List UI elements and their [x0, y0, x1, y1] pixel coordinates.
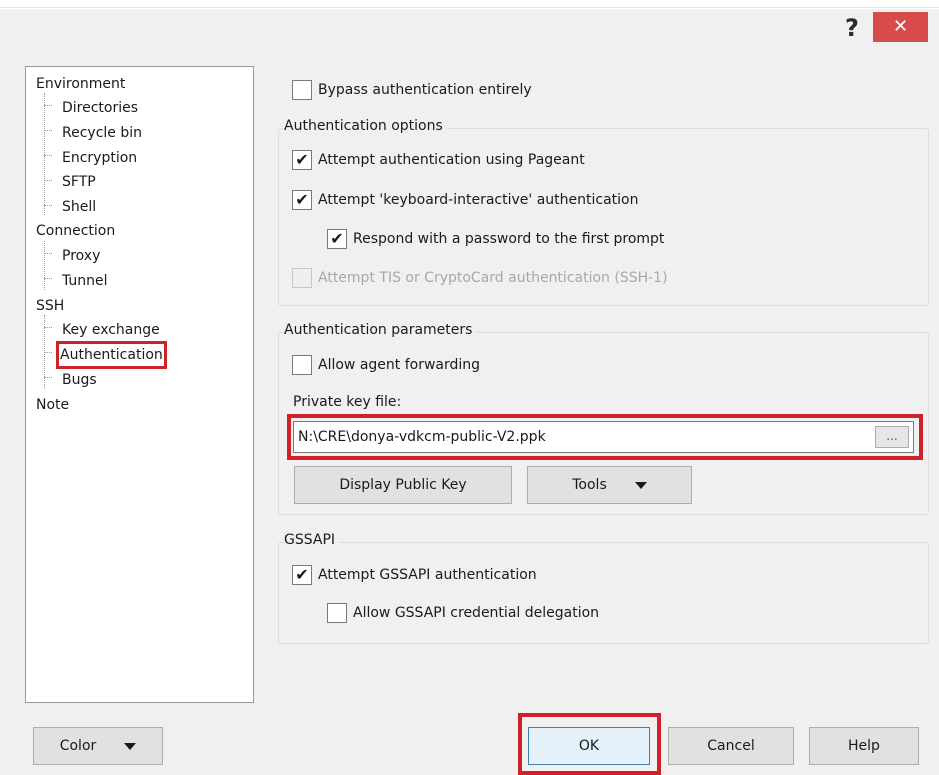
respond-password-checkbox[interactable]: ✔ — [327, 229, 347, 249]
tree-connector — [44, 130, 52, 131]
tree-item-proxy[interactable]: Proxy — [62, 245, 100, 267]
pageant-option[interactable]: ✔ Attempt authentication using Pageant — [292, 147, 585, 173]
gssapi-attempt-option[interactable]: ✔ Attempt GSSAPI authentication — [292, 562, 537, 588]
color-label: Color — [59, 738, 97, 754]
pageant-label: Attempt authentication using Pageant — [318, 152, 585, 168]
gssapi-title: GSSAPI — [284, 532, 340, 548]
cancel-label: Cancel — [707, 738, 755, 754]
tree-connector — [44, 241, 45, 290]
auth-params-title: Authentication parameters — [284, 322, 477, 338]
gssapi-attempt-label: Attempt GSSAPI authentication — [318, 567, 537, 583]
color-dropdown-button[interactable]: Color — [33, 727, 163, 765]
tree-item-recycle-bin[interactable]: Recycle bin — [62, 122, 142, 144]
tree-connector — [44, 105, 52, 106]
gssapi-group — [278, 542, 929, 644]
keyboard-interactive-option[interactable]: ✔ Attempt 'keyboard-interactive' authent… — [292, 187, 638, 213]
tree-connector — [44, 180, 52, 181]
agent-forwarding-checkbox[interactable] — [292, 355, 312, 375]
tree-connector — [44, 352, 52, 353]
tree-connector — [44, 93, 45, 215]
tree-item-tunnel[interactable]: Tunnel — [62, 270, 108, 292]
respond-password-option[interactable]: ✔ Respond with a password to the first p… — [327, 226, 664, 252]
auth-options-title: Authentication options — [284, 118, 447, 134]
respond-password-label: Respond with a password to the first pro… — [353, 231, 665, 247]
tree-item-authentication[interactable]: Authentication — [56, 341, 167, 369]
help-label: Help — [848, 738, 880, 754]
gssapi-delegation-checkbox[interactable] — [327, 603, 347, 623]
cancel-button[interactable]: Cancel — [668, 727, 794, 765]
bypass-auth-label: Bypass authentication entirely — [318, 82, 532, 98]
tree-item-encryption[interactable]: Encryption — [62, 147, 137, 169]
private-key-label: Private key file: — [293, 394, 402, 410]
keyboard-interactive-checkbox[interactable]: ✔ — [292, 190, 312, 210]
tis-checkbox — [292, 268, 312, 288]
tis-option: Attempt TIS or CryptoCard authentication… — [292, 265, 668, 291]
tree-item-sftp[interactable]: SFTP — [62, 171, 96, 193]
tree-connector — [44, 155, 52, 156]
agent-forwarding-option[interactable]: Allow agent forwarding — [292, 352, 480, 378]
private-key-value: N:\CRE\donya-vdkcm-public-V2.ppk — [298, 429, 546, 445]
tree-item-note[interactable]: Note — [36, 394, 69, 416]
top-strip — [0, 0, 939, 8]
chevron-down-icon — [124, 742, 137, 750]
pageant-checkbox[interactable]: ✔ — [292, 150, 312, 170]
close-button[interactable]: ✕ — [873, 12, 928, 42]
gssapi-delegation-label: Allow GSSAPI credential delegation — [353, 605, 600, 621]
tree-item-connection[interactable]: Connection — [36, 220, 115, 242]
gssapi-attempt-checkbox[interactable]: ✔ — [292, 565, 312, 585]
tree-item-shell[interactable]: Shell — [62, 196, 96, 218]
help-button[interactable]: Help — [809, 727, 919, 765]
display-public-key-button[interactable]: Display Public Key — [294, 466, 512, 504]
tree-item-bugs[interactable]: Bugs — [62, 369, 97, 391]
close-icon: ✕ — [892, 16, 909, 37]
chevron-down-icon — [634, 481, 647, 489]
keyboard-interactive-label: Attempt 'keyboard-interactive' authentic… — [318, 192, 639, 208]
ok-button[interactable]: OK — [528, 727, 650, 765]
browse-button[interactable]: ... — [875, 426, 909, 448]
tree-item-ssh[interactable]: SSH — [36, 295, 64, 317]
private-key-input[interactable]: N:\CRE\donya-vdkcm-public-V2.ppk ... — [293, 421, 914, 453]
help-icon[interactable]: ? — [838, 12, 866, 44]
display-public-key-label: Display Public Key — [339, 477, 467, 493]
tree-connector — [44, 377, 52, 378]
tools-dropdown-button[interactable]: Tools — [527, 466, 692, 504]
agent-forwarding-label: Allow agent forwarding — [318, 357, 481, 373]
tree-item-environment[interactable]: Environment — [36, 73, 125, 95]
tree-connector — [44, 205, 52, 206]
category-tree[interactable]: Environment Directories Recycle bin Encr… — [25, 66, 254, 703]
tis-label: Attempt TIS or CryptoCard authentication… — [318, 270, 668, 286]
tree-connector — [44, 278, 52, 279]
tree-connector — [44, 253, 52, 254]
tree-connector — [44, 327, 52, 328]
ok-label: OK — [578, 738, 600, 754]
bypass-auth-checkbox[interactable] — [292, 80, 312, 100]
tree-item-directories[interactable]: Directories — [62, 97, 138, 119]
bypass-auth-option[interactable]: Bypass authentication entirely — [292, 77, 532, 103]
gssapi-delegation-option[interactable]: Allow GSSAPI credential delegation — [327, 600, 599, 626]
tools-label: Tools — [572, 477, 607, 493]
tree-item-key-exchange[interactable]: Key exchange — [62, 319, 160, 341]
